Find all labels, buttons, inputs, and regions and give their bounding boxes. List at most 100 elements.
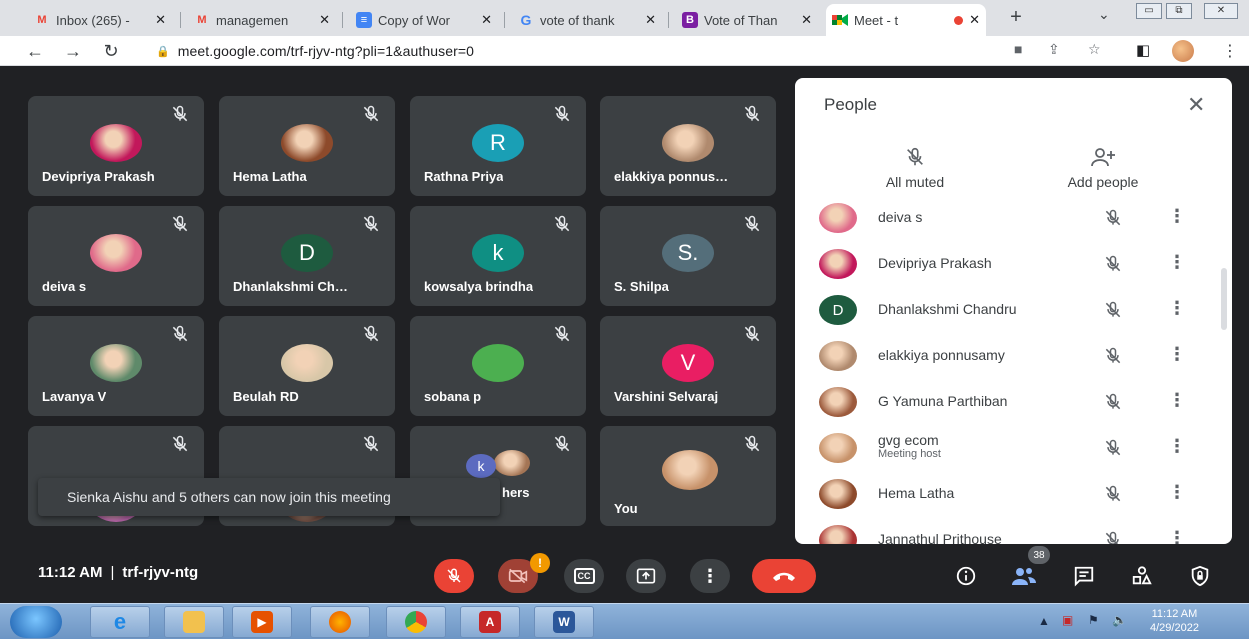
more-vert-icon[interactable]: ⋮	[1168, 390, 1186, 411]
mic-off-icon[interactable]	[1103, 484, 1123, 504]
more-vert-icon[interactable]: ⋮	[1168, 528, 1186, 544]
tab-search-icon[interactable]: ⌄	[1098, 6, 1110, 23]
participant-tile[interactable]: deiva s	[28, 206, 204, 306]
tab-management[interactable]: M managemen ✕	[188, 4, 336, 36]
participant-list-scrollbar[interactable]	[1221, 268, 1227, 330]
close-tab-icon[interactable]: ✕	[481, 12, 492, 28]
participant-avatar: k	[466, 454, 496, 478]
participant-tile[interactable]: You	[600, 426, 776, 526]
participant-tile[interactable]: Hema Latha	[219, 96, 395, 196]
more-vert-icon[interactable]: ⋮	[1168, 344, 1186, 365]
new-tab-button[interactable]: +	[1004, 6, 1028, 29]
close-tab-icon[interactable]: ✕	[801, 12, 812, 28]
participant-tile[interactable]: R Rathna Priya	[410, 96, 586, 196]
all-muted-button[interactable]: All muted	[873, 146, 957, 190]
participant-row[interactable]: G Yamuna Parthiban ⋮	[795, 380, 1232, 426]
show-hidden-icons[interactable]: ▲	[1038, 614, 1050, 628]
mic-off-icon[interactable]	[1103, 300, 1123, 320]
meeting-clock: 11:12 AM	[38, 564, 103, 581]
close-tab-icon[interactable]: ✕	[319, 12, 330, 28]
action-center-icon[interactable]: ⚑	[1088, 613, 1099, 627]
participant-row[interactable]: elakkiya ponnusamy ⋮	[795, 334, 1232, 380]
mic-off-icon[interactable]	[1103, 346, 1123, 366]
participant-tile[interactable]: k kowsalya brindha	[410, 206, 586, 306]
participant-tile[interactable]: V Varshini Selvaraj	[600, 316, 776, 416]
more-vert-icon[interactable]: ⋮	[1168, 482, 1186, 503]
leave-call-button[interactable]	[752, 559, 816, 593]
mic-off-icon[interactable]	[1103, 530, 1123, 544]
participant-row[interactable]: Jannathul Prithouse ⋮	[795, 518, 1232, 544]
participant-tile[interactable]: Beulah RD	[219, 316, 395, 416]
participant-row[interactable]: Devipriya Prakash ⋮	[795, 242, 1232, 288]
participant-row[interactable]: Hema Latha ⋮	[795, 472, 1232, 518]
activities-button[interactable]	[1128, 562, 1156, 590]
camera-alert-badge[interactable]: !	[530, 553, 550, 573]
participant-photo	[819, 249, 857, 279]
side-panel-icon[interactable]: ◧	[1136, 41, 1150, 59]
camera-in-use-icon[interactable]: ■	[1014, 41, 1022, 57]
browser-menu-icon[interactable]: ⋮	[1222, 41, 1238, 61]
participant-tile[interactable]: D Dhanlakshmi Ch…	[219, 206, 395, 306]
tab-inbox[interactable]: M Inbox (265) - ✕	[28, 4, 172, 36]
close-icon[interactable]: ✕	[1187, 92, 1205, 118]
mic-off-icon	[361, 324, 381, 344]
participant-tile[interactable]: sobana p	[410, 316, 586, 416]
present-screen-button[interactable]	[626, 559, 666, 593]
maximize-window-button[interactable]: ⧉	[1166, 3, 1192, 19]
tab-copy-of-word[interactable]: ≡ Copy of Wor ✕	[350, 4, 498, 36]
taskbar-firefox[interactable]	[310, 606, 370, 638]
taskbar-acrobat[interactable]: A	[460, 606, 520, 638]
taskbar-media-player[interactable]: ▶	[232, 606, 292, 638]
participant-row[interactable]: D Dhanlakshmi Chandru ⋮	[795, 288, 1232, 334]
captions-button[interactable]: CC	[564, 559, 604, 593]
host-controls-button[interactable]	[1186, 562, 1214, 590]
people-button[interactable]	[1010, 562, 1038, 590]
mic-off-icon[interactable]	[1103, 254, 1123, 274]
add-people-button[interactable]: Add people	[1053, 146, 1153, 190]
network-icon[interactable]: ▣	[1062, 613, 1073, 627]
more-vert-icon[interactable]: ⋮	[1168, 436, 1186, 457]
taskbar-clock[interactable]: 11:12 AM 4/29/2022	[1150, 607, 1199, 635]
taskbar-word[interactable]: W	[534, 606, 594, 638]
profile-avatar[interactable]	[1172, 40, 1194, 62]
forward-button[interactable]: →	[62, 40, 84, 62]
participant-tile[interactable]: elakkiya ponnus…	[600, 96, 776, 196]
participant-photo	[819, 433, 857, 463]
mic-toggle-button[interactable]	[434, 559, 474, 593]
close-tab-icon[interactable]: ✕	[969, 12, 980, 28]
meeting-details-button[interactable]	[952, 562, 980, 590]
more-options-button[interactable]: ⋮	[690, 559, 730, 593]
meeting-code[interactable]: trf-rjyv-ntg	[122, 564, 198, 581]
close-tab-icon[interactable]: ✕	[155, 12, 166, 28]
chat-button[interactable]	[1070, 562, 1098, 590]
share-icon[interactable]: ⇪	[1048, 41, 1060, 58]
back-button[interactable]: ←	[24, 40, 46, 62]
participant-tile[interactable]: S. S. Shilpa	[600, 206, 776, 306]
more-vert-icon[interactable]: ⋮	[1168, 206, 1186, 227]
url-field[interactable]: 🔒 meet.google.com/trf-rjyv-ntg?pli=1&aut…	[150, 39, 1130, 63]
minimize-window-button[interactable]: ▭	[1136, 3, 1162, 19]
participant-tile[interactable]: Devipriya Prakash	[28, 96, 204, 196]
word-icon: W	[553, 611, 575, 633]
participant-row[interactable]: gvg ecom Meeting host ⋮	[795, 426, 1232, 472]
volume-icon[interactable]: 🔈	[1112, 613, 1127, 627]
taskbar-file-explorer[interactable]	[164, 606, 224, 638]
close-tab-icon[interactable]: ✕	[645, 12, 656, 28]
mic-off-icon[interactable]	[1103, 438, 1123, 458]
bookmark-star-icon[interactable]: ☆	[1088, 41, 1101, 58]
start-button[interactable]	[10, 606, 62, 638]
people-icon	[1012, 568, 1036, 585]
reload-button[interactable]: ↻	[100, 40, 122, 62]
taskbar-chrome[interactable]	[386, 606, 446, 638]
tab-vote-of-thanks-canva[interactable]: B Vote of Than ✕	[676, 4, 818, 36]
tab-vote-of-thanks-search[interactable]: G vote of thank ✕	[512, 4, 662, 36]
more-vert-icon[interactable]: ⋮	[1168, 298, 1186, 319]
taskbar-internet-explorer[interactable]: e	[90, 606, 150, 638]
mic-off-icon[interactable]	[1103, 208, 1123, 228]
participant-row[interactable]: deiva s ⋮	[795, 196, 1232, 242]
more-vert-icon[interactable]: ⋮	[1168, 252, 1186, 273]
close-window-button[interactable]: ✕	[1204, 3, 1238, 19]
participant-tile[interactable]: Lavanya V	[28, 316, 204, 416]
tab-meet[interactable]: Meet - t ✕	[826, 4, 986, 36]
mic-off-icon[interactable]	[1103, 392, 1123, 412]
